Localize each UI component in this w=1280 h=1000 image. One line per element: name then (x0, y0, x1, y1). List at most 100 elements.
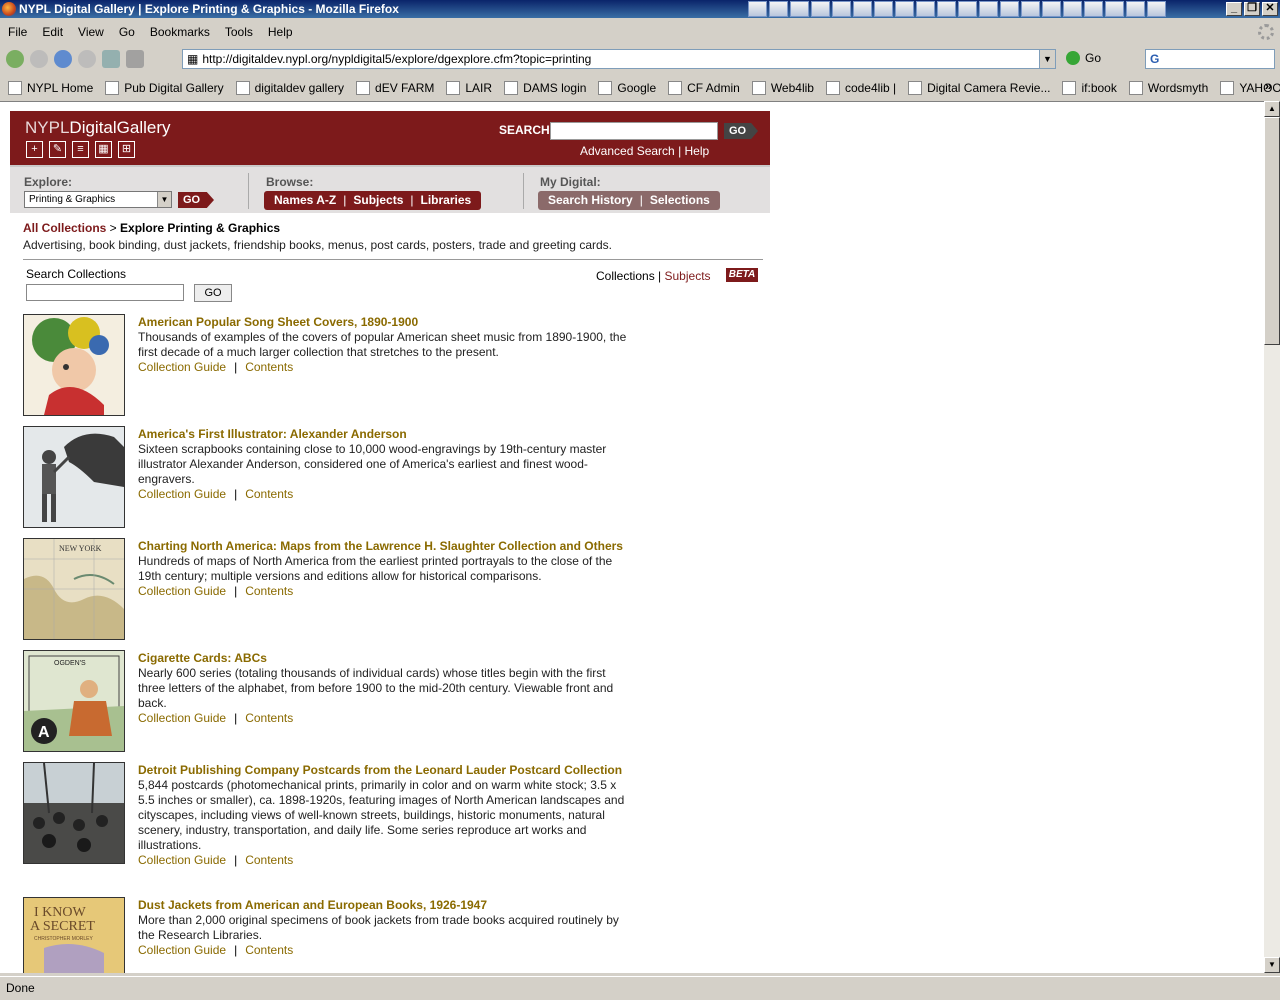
collection-guide-link[interactable]: Collection Guide (138, 487, 226, 501)
app-icon[interactable] (874, 1, 893, 17)
bookmark-item[interactable]: CF Admin (668, 81, 740, 95)
app-icon[interactable] (1084, 1, 1103, 17)
restore-icon[interactable]: ❐ (1244, 2, 1260, 16)
app-icon[interactable] (1147, 1, 1166, 17)
collection-guide-link[interactable]: Collection Guide (138, 943, 226, 957)
home-icon[interactable] (102, 50, 120, 68)
collection-title-link[interactable]: Dust Jackets from American and European … (138, 897, 628, 913)
browse-libraries-link[interactable]: Libraries (421, 193, 472, 207)
bookmark-item[interactable]: Wordsmyth (1128, 81, 1208, 95)
menu-file[interactable]: File (8, 25, 27, 39)
collection-thumbnail[interactable]: OGDEN'S A (23, 650, 125, 752)
contents-link[interactable]: Contents (245, 360, 293, 374)
bookmark-item[interactable]: if:book (1062, 81, 1117, 95)
app-icon[interactable] (832, 1, 851, 17)
go-button[interactable]: Go (1066, 51, 1101, 65)
minimize-icon[interactable]: _ (1226, 2, 1242, 16)
collection-thumbnail[interactable]: I KNOW A SECRET CHRISTOPHER MORLEY (23, 897, 125, 973)
add-icon[interactable]: + (26, 141, 43, 158)
bookmark-item[interactable]: Digital Camera Revie... (908, 81, 1050, 95)
app-icon[interactable] (790, 1, 809, 17)
bookmark-item[interactable]: digitaldev gallery (235, 81, 344, 95)
menu-go[interactable]: Go (119, 25, 135, 39)
back-icon[interactable] (6, 50, 24, 68)
contents-link[interactable]: Contents (245, 711, 293, 725)
list-icon[interactable]: ≡ (72, 141, 89, 158)
collection-thumbnail[interactable]: NEW YORK (23, 538, 125, 640)
menu-tools[interactable]: Tools (225, 25, 253, 39)
bookmark-item[interactable]: dEV FARM (356, 81, 434, 95)
app-icon[interactable] (916, 1, 935, 17)
url-bar[interactable]: ▦ http://digitaldev.nypl.org/nypldigital… (182, 49, 1056, 69)
collection-guide-link[interactable]: Collection Guide (138, 360, 226, 374)
reload-icon[interactable] (54, 50, 72, 68)
search-collections-go-button[interactable]: GO (194, 284, 232, 302)
contents-link[interactable]: Contents (245, 943, 293, 957)
app-icon[interactable] (1126, 1, 1145, 17)
search-collections-input[interactable] (26, 284, 184, 301)
collection-title-link[interactable]: America's First Illustrator: Alexander A… (138, 426, 628, 442)
collection-title-link[interactable]: Cigarette Cards: ABCs (138, 650, 628, 666)
browse-subjects-link[interactable]: Subjects (353, 193, 403, 207)
url-dropdown-icon[interactable]: ▼ (1039, 50, 1055, 68)
gallery-icon[interactable]: ▦ (95, 141, 112, 158)
selections-link[interactable]: Selections (650, 193, 710, 207)
collection-title-link[interactable]: American Popular Song Sheet Covers, 1890… (138, 314, 628, 330)
app-icon[interactable] (1105, 1, 1124, 17)
app-icon[interactable] (1063, 1, 1082, 17)
menu-view[interactable]: View (78, 25, 104, 39)
menu-edit[interactable]: Edit (42, 25, 63, 39)
stop-icon[interactable] (78, 50, 96, 68)
app-icon[interactable] (1021, 1, 1040, 17)
more-bookmarks-icon[interactable]: » (1265, 78, 1272, 93)
app-icon[interactable] (748, 1, 767, 17)
all-collections-link[interactable]: All Collections (23, 221, 106, 235)
menu-help[interactable]: Help (268, 25, 293, 39)
bookmark-item[interactable]: NYPL Home (8, 81, 93, 95)
site-search-go-button[interactable]: GO (724, 123, 758, 139)
contents-link[interactable]: Contents (245, 487, 293, 501)
contents-link[interactable]: Contents (245, 584, 293, 598)
menu-bookmarks[interactable]: Bookmarks (150, 25, 210, 39)
app-icon[interactable] (811, 1, 830, 17)
print-icon[interactable] (126, 50, 144, 68)
collection-thumbnail[interactable] (23, 426, 125, 528)
bookmark-item[interactable]: Google (598, 81, 656, 95)
bookmark-item[interactable]: code4lib | (825, 81, 896, 95)
search-history-link[interactable]: Search History (548, 193, 633, 207)
app-icon[interactable] (853, 1, 872, 17)
collection-title-link[interactable]: Detroit Publishing Company Postcards fro… (138, 762, 628, 778)
app-icon[interactable] (958, 1, 977, 17)
collection-thumbnail[interactable] (23, 314, 125, 416)
site-logo[interactable]: NYPLDigitalGallery (25, 118, 171, 138)
collection-guide-link[interactable]: Collection Guide (138, 853, 226, 867)
explore-go-button[interactable]: GO (178, 192, 214, 208)
edit-icon[interactable]: ✎ (49, 141, 66, 158)
forward-icon[interactable] (30, 50, 48, 68)
scroll-up-icon[interactable]: ▲ (1264, 101, 1280, 117)
scroll-down-icon[interactable]: ▼ (1264, 957, 1280, 973)
app-icon[interactable] (895, 1, 914, 17)
explore-select[interactable]: Printing & Graphics ▼ (24, 191, 172, 208)
app-icon[interactable] (769, 1, 788, 17)
google-search-input[interactable]: G (1145, 49, 1275, 69)
collections-tab[interactable]: Collections (596, 269, 655, 283)
bookmark-item[interactable]: DAMS login (504, 81, 586, 95)
subjects-tab[interactable]: Subjects (665, 269, 711, 283)
grid-icon[interactable]: ⊞ (118, 141, 135, 158)
app-icon[interactable] (1042, 1, 1061, 17)
vertical-scrollbar[interactable]: ▲ ▼ (1264, 101, 1280, 973)
site-search-input[interactable] (550, 122, 718, 140)
close-icon[interactable]: ✕ (1262, 2, 1278, 16)
contents-link[interactable]: Contents (245, 853, 293, 867)
collection-guide-link[interactable]: Collection Guide (138, 711, 226, 725)
bookmark-item[interactable]: Pub Digital Gallery (105, 81, 224, 95)
app-icon[interactable] (937, 1, 956, 17)
collection-guide-link[interactable]: Collection Guide (138, 584, 226, 598)
app-icon[interactable] (1000, 1, 1019, 17)
app-icon[interactable] (979, 1, 998, 17)
browse-names-link[interactable]: Names A-Z (274, 193, 336, 207)
bookmark-item[interactable]: LAIR (446, 81, 492, 95)
collection-title-link[interactable]: Charting North America: Maps from the La… (138, 538, 628, 554)
scrollbar-thumb[interactable] (1264, 117, 1280, 345)
